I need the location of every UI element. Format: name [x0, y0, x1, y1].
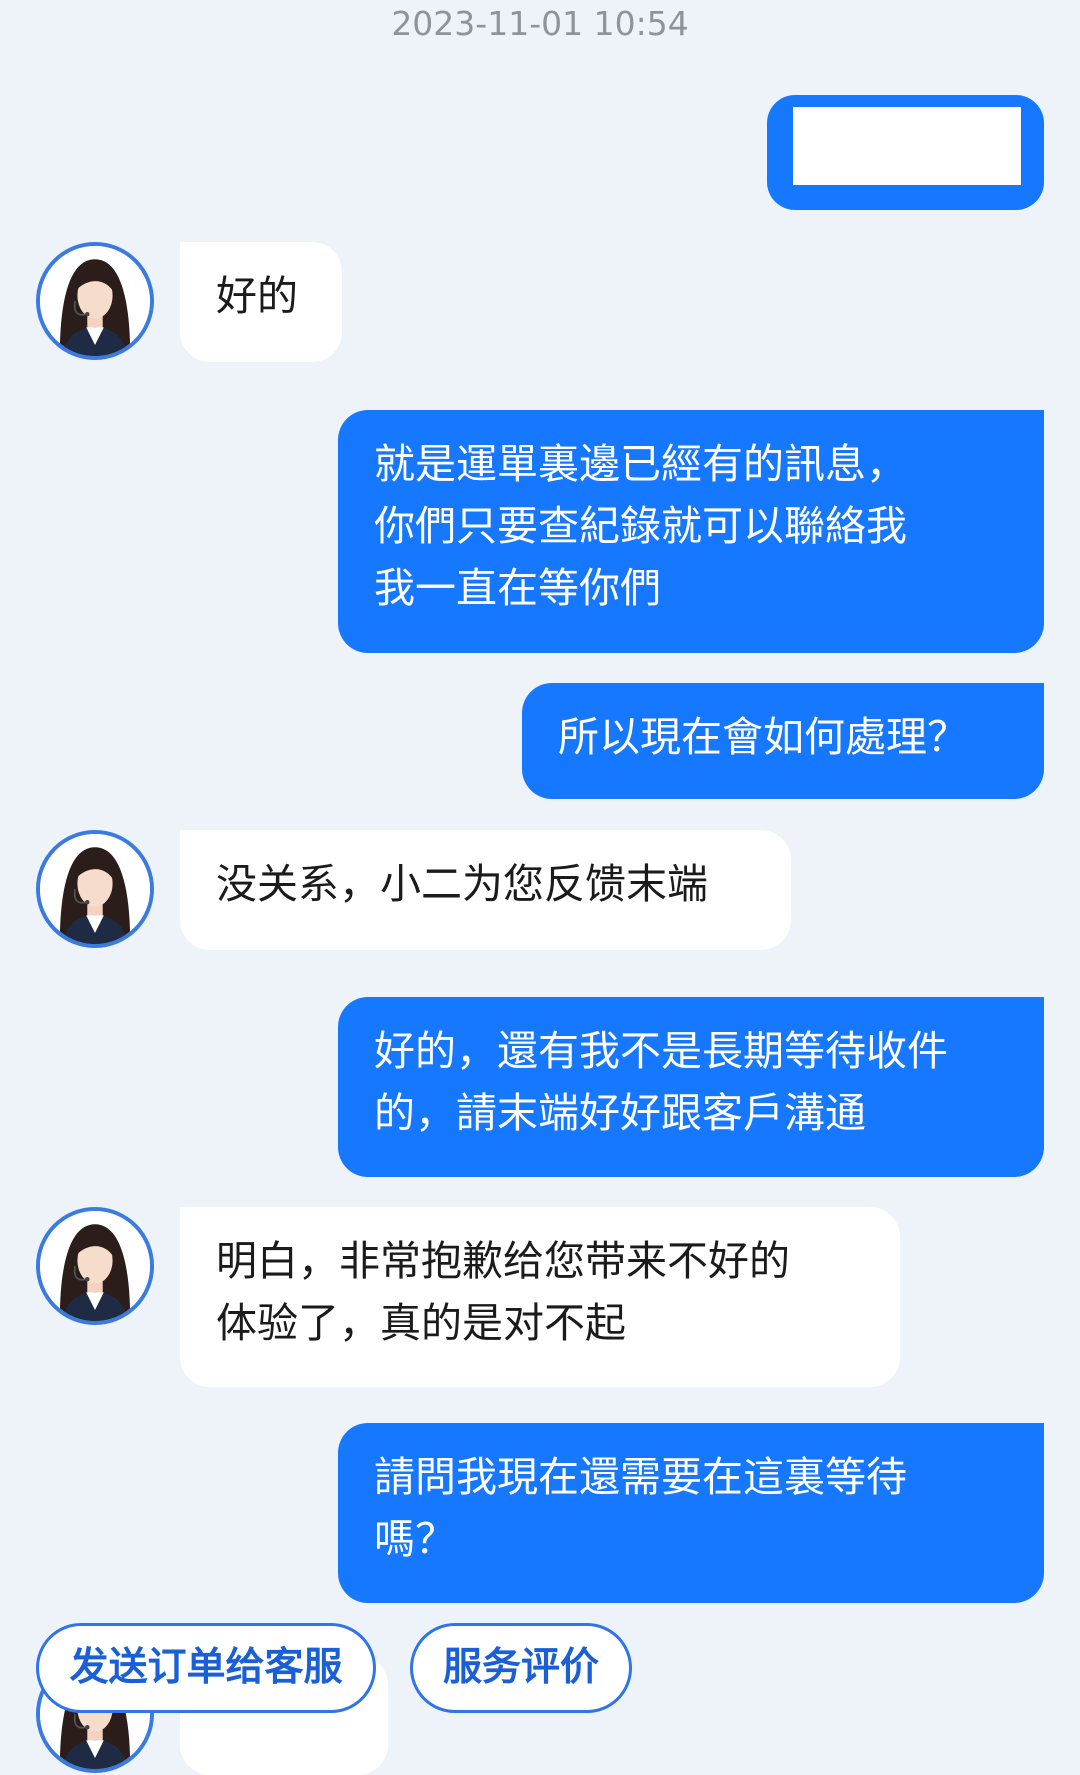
- user-message-bubble: 就是運單裏邊已經有的訊息， 你們只要查紀錄就可以聯絡我 我一直在等你們: [338, 410, 1044, 653]
- redacted-content: [793, 107, 1021, 185]
- agent-avatar[interactable]: [36, 242, 154, 360]
- chat-timestamp: 2023-11-01 10:54: [391, 4, 689, 43]
- service-rating-button[interactable]: 服务评价: [410, 1623, 632, 1713]
- user-message-bubble: 所以現在會如何處理？: [522, 683, 1044, 799]
- support-agent-avatar-icon: [40, 834, 150, 944]
- user-message-bubble: 好的，還有我不是長期等待收件 的，請末端好好跟客戶溝通: [338, 997, 1044, 1177]
- agent-message-bubble: 没关系，小二为您反馈末端: [180, 830, 791, 950]
- agent-message-bubble: 明白，非常抱歉给您带来不好的 体验了，真的是对不起: [180, 1207, 900, 1387]
- support-agent-avatar-icon: [40, 1211, 150, 1321]
- support-agent-avatar-icon: [40, 246, 150, 356]
- user-message-bubble: 請問我現在還需要在這裏等待 嗎？: [338, 1423, 1044, 1603]
- user-message-bubble: [767, 95, 1044, 210]
- agent-message-bubble: 好的: [180, 242, 342, 362]
- send-order-to-support-button[interactable]: 发送订单给客服: [36, 1623, 376, 1713]
- agent-avatar[interactable]: [36, 1207, 154, 1325]
- agent-avatar[interactable]: [36, 830, 154, 948]
